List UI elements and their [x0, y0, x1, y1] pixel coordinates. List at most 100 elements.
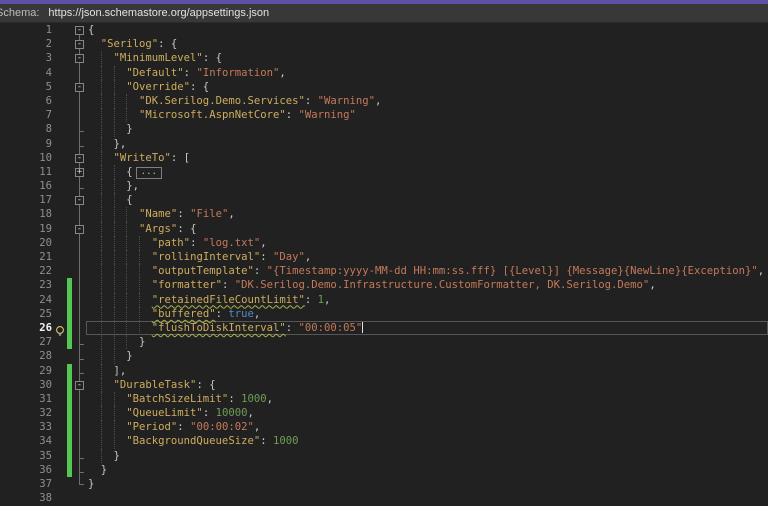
code-text: "QueueLimit": 10000,: [126, 406, 254, 420]
code-editor[interactable]: 1-{2- "Serilog": {3- "MinimumLevel": {4 "De…: [0, 23, 768, 506]
indent-guide: [100, 79, 103, 94]
token-punct: :: [177, 421, 191, 434]
token-key: "DK.Serilog.Demo.Services": [139, 94, 305, 107]
token-key: "MinimumLevel": [113, 52, 203, 65]
code-line[interactable]: 23 "formatter": "DK.Serilog.Demo.Infrastr…: [0, 278, 768, 293]
line-number: 6: [45, 94, 52, 107]
fold-collapse-icon[interactable]: -: [75, 196, 84, 206]
code-line[interactable]: 11 + {...: [0, 164, 768, 180]
token-punct: : [: [170, 151, 191, 164]
code-line[interactable]: 7 "Microsoft.AspnNetCore": "Warning": [0, 108, 768, 123]
indent-guide: [113, 306, 116, 321]
token-punct: {: [126, 165, 133, 178]
code-line[interactable]: 19 - "Args": {: [0, 221, 768, 236]
indent-guide: [139, 320, 141, 336]
fold-collapse-icon[interactable]: -: [75, 54, 84, 64]
code-line[interactable]: 22 "outputTemplate": "{Timestamp:yyyy-MM-…: [0, 264, 768, 279]
code-text: "Args": {: [139, 222, 196, 236]
line-number: 10: [39, 151, 52, 164]
fold-expand-icon[interactable]: +: [75, 167, 84, 177]
line-number: 30: [39, 378, 52, 391]
fold-end-tick: [80, 131, 84, 133]
line-number: 20: [39, 236, 52, 249]
code-line[interactable]: 38: [0, 491, 768, 505]
indent-guide: [126, 235, 128, 250]
fold-collapse-icon[interactable]: -: [75, 224, 84, 234]
token-punct: ,: [757, 265, 765, 278]
code-text: ],: [114, 364, 127, 378]
token-key: "BackgroundQueueSize": [126, 435, 261, 448]
code-line[interactable]: 9},: [0, 136, 768, 151]
token-punct: : {: [177, 222, 197, 235]
token-punct: ,: [324, 293, 331, 306]
code-line[interactable]: 27}: [0, 335, 768, 350]
code-line[interactable]: 16},: [0, 179, 768, 194]
indent-guide: [100, 235, 103, 250]
code-text: "Default": "Information",: [126, 66, 285, 80]
code-line[interactable]: 33 "Period": "00:00:02",: [0, 420, 768, 435]
code-text: "formatter": "DK.Serilog.Demo.Infrastruc…: [152, 278, 656, 292]
line-number: 37: [39, 478, 52, 490]
code-line[interactable]: 4 "Default": "Information",: [0, 65, 768, 80]
token-punct: : {: [202, 52, 222, 65]
fold-collapse-icon[interactable]: -: [75, 26, 84, 35]
code-line[interactable]: 3 - "MinimumLevel": {: [0, 51, 768, 66]
code-line[interactable]: 2 - "Serilog": {: [0, 37, 768, 51]
code-line[interactable]: 8}: [0, 122, 768, 137]
code-line[interactable]: 34 "BackgroundQueueSize": 1000: [0, 434, 768, 449]
token-punct: ,: [279, 66, 286, 79]
code-line[interactable]: 36}: [0, 462, 768, 477]
code-line[interactable]: 6 "DK.Serilog.Demo.Services": "Warning",: [0, 93, 768, 109]
line-number: 17: [39, 194, 52, 207]
code-text: "DurableTask": {: [114, 378, 216, 392]
lightbulb-icon[interactable]: [54, 322, 66, 336]
code-line[interactable]: 29],: [0, 363, 768, 378]
code-line[interactable]: 30 - "DurableTask": {: [0, 377, 768, 392]
fold-collapse-icon[interactable]: -: [75, 82, 84, 92]
fold-collapse-icon[interactable]: -: [75, 40, 84, 50]
code-line[interactable]: 28}: [0, 349, 768, 364]
line-number: 25: [39, 307, 52, 320]
indent-guide: [100, 193, 103, 208]
line-number: 5: [45, 80, 52, 93]
indent-guide: [100, 136, 103, 151]
indent-guide: [126, 264, 128, 279]
token-punct: : {: [190, 80, 210, 93]
indent-guide: [100, 250, 103, 265]
code-line[interactable]: 17 - {: [0, 193, 768, 208]
code-line[interactable]: 1 -{: [0, 23, 768, 37]
code-line[interactable]: 31 "BatchSizeLimit": 1000,: [0, 391, 768, 407]
code-text: "rollingInterval": "Day",: [152, 250, 311, 264]
schema-url-link[interactable]: https://json.schemastore.org/appsettings…: [48, 7, 269, 19]
code-line[interactable]: 35}: [0, 448, 768, 463]
folded-region-ellipsis[interactable]: ...: [135, 166, 162, 179]
code-line[interactable]: 26 "flushToDiskInterval": "00:00:05": [0, 320, 768, 336]
token-key: "Override": [126, 80, 191, 93]
code-line[interactable]: 10 - "WriteTo": [: [0, 150, 768, 165]
code-line[interactable]: 20 "path": "log.txt",: [0, 235, 768, 250]
indent-guide: [100, 406, 103, 421]
code-text: }: [114, 449, 120, 463]
fold-collapse-icon[interactable]: -: [75, 153, 84, 163]
indent-guide: [113, 406, 116, 421]
code-line[interactable]: 37}: [0, 477, 768, 491]
indent-guide: [139, 250, 141, 265]
code-text: "path": "log.txt",: [152, 236, 267, 250]
fold-collapse-icon[interactable]: -: [75, 380, 84, 390]
token-punct: },: [113, 137, 127, 150]
change-indicator: [67, 462, 72, 477]
code-line[interactable]: 24 "retainedFileCountLimit": 1,: [0, 292, 768, 307]
code-line[interactable]: 21 "rollingInterval": "Day",: [0, 250, 768, 265]
code-line[interactable]: 5 - "Override": {: [0, 79, 768, 94]
code-line[interactable]: 18 "Name": "File",: [0, 207, 768, 222]
token-str: "File": [190, 208, 229, 221]
token-key: "DurableTask": [113, 378, 197, 391]
token-punct: ,: [253, 421, 261, 434]
indent-guide: [100, 448, 103, 463]
code-text: "buffered": true,: [152, 307, 260, 321]
code-line[interactable]: 25 "buffered": true,: [0, 306, 768, 321]
fold-end-tick: [80, 472, 84, 474]
code-line[interactable]: 32 "QueueLimit": 10000,: [0, 406, 768, 421]
token-punct: :: [202, 407, 216, 420]
line-number: 3: [45, 52, 52, 65]
